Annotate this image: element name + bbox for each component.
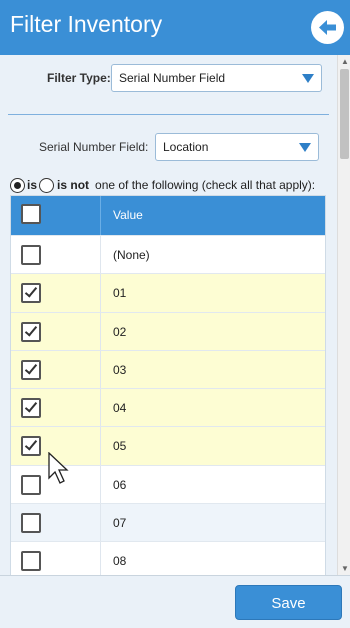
row-checkbox[interactable]	[21, 436, 41, 457]
checkmark-icon	[24, 284, 38, 298]
row-checkbox-cell	[11, 236, 101, 274]
value-column-header: Value	[113, 208, 143, 222]
row-checkbox-cell	[11, 542, 101, 575]
chevron-down-icon	[302, 74, 314, 83]
checkmark-icon	[24, 361, 38, 375]
radio-is[interactable]	[10, 177, 25, 193]
row-checkbox-cell	[11, 274, 101, 312]
scroll-down-icon[interactable]: ▼	[341, 565, 349, 573]
row-checkbox[interactable]	[21, 245, 41, 265]
filter-type-value: Serial Number Field	[119, 71, 226, 85]
table-header: Value	[11, 196, 325, 235]
values-table: Value (None) 01 02 03 04 05 06 07 08	[10, 195, 326, 575]
match-mode-group: is is not one of the following (check al…	[10, 177, 315, 193]
row-value: 08	[113, 554, 127, 569]
select-all-checkbox[interactable]	[21, 204, 41, 224]
vertical-scrollbar[interactable]: ▲ ▼	[337, 55, 350, 575]
chevron-down-icon	[299, 143, 311, 152]
scrollbar-thumb[interactable]	[340, 69, 349, 159]
row-value: 06	[113, 477, 127, 492]
table-row[interactable]: 01	[11, 273, 325, 312]
serial-number-field-label: Serial Number Field:	[39, 140, 149, 154]
row-value: 07	[113, 516, 127, 531]
serial-number-field-select[interactable]: Location	[155, 133, 319, 161]
row-value: 02	[113, 324, 127, 339]
row-value: 04	[113, 401, 127, 416]
serial-number-field-value: Location	[163, 140, 209, 154]
row-value: 01	[113, 286, 127, 301]
row-checkbox-cell	[11, 389, 101, 427]
scroll-up-icon[interactable]: ▲	[341, 58, 349, 66]
table-row[interactable]: 08	[11, 541, 325, 575]
footer-bar: Save	[0, 575, 350, 628]
checkmark-icon	[24, 437, 38, 452]
checkmark-icon	[24, 323, 38, 337]
row-checkbox-cell	[11, 312, 101, 350]
section-divider	[8, 114, 329, 115]
radio-is-not-label: is not	[57, 178, 90, 192]
row-checkbox-cell	[11, 504, 101, 542]
page-title: Filter Inventory	[10, 11, 163, 37]
row-checkbox[interactable]	[21, 283, 41, 304]
select-all-cell	[11, 196, 101, 235]
table-body: (None) 01 02 03 04 05 06 07 08	[11, 235, 325, 575]
filter-type-label: Filter Type:	[47, 71, 111, 85]
back-arrow-circle-icon	[311, 11, 344, 44]
radio-is-label: is	[27, 178, 38, 192]
row-checkbox[interactable]	[21, 398, 41, 419]
row-checkbox[interactable]	[21, 551, 41, 572]
back-button[interactable]	[311, 11, 344, 44]
row-value: 03	[113, 362, 127, 377]
table-row[interactable]: 03	[11, 349, 325, 389]
app-header: Filter Inventory	[0, 0, 350, 55]
table-row[interactable]: 04	[11, 388, 325, 427]
row-checkbox[interactable]	[21, 359, 41, 380]
mouse-pointer-icon	[48, 452, 69, 484]
row-checkbox-cell	[11, 350, 101, 389]
table-row[interactable]: 02	[11, 311, 325, 350]
radio-is-not[interactable]	[39, 177, 55, 193]
save-button[interactable]: Save	[235, 585, 342, 620]
filter-type-select[interactable]: Serial Number Field	[111, 64, 322, 92]
table-row[interactable]: 07	[11, 503, 325, 542]
checkmark-icon	[24, 399, 38, 413]
row-value: (None)	[113, 248, 150, 262]
match-mode-suffix: one of the following (check all that app…	[95, 178, 316, 192]
table-row[interactable]: (None)	[11, 235, 325, 274]
filter-panel: Filter Type: Serial Number Field Serial …	[0, 55, 337, 575]
row-checkbox[interactable]	[21, 474, 41, 495]
row-checkbox[interactable]	[21, 321, 41, 342]
row-checkbox[interactable]	[21, 513, 41, 534]
row-value: 05	[113, 439, 127, 454]
